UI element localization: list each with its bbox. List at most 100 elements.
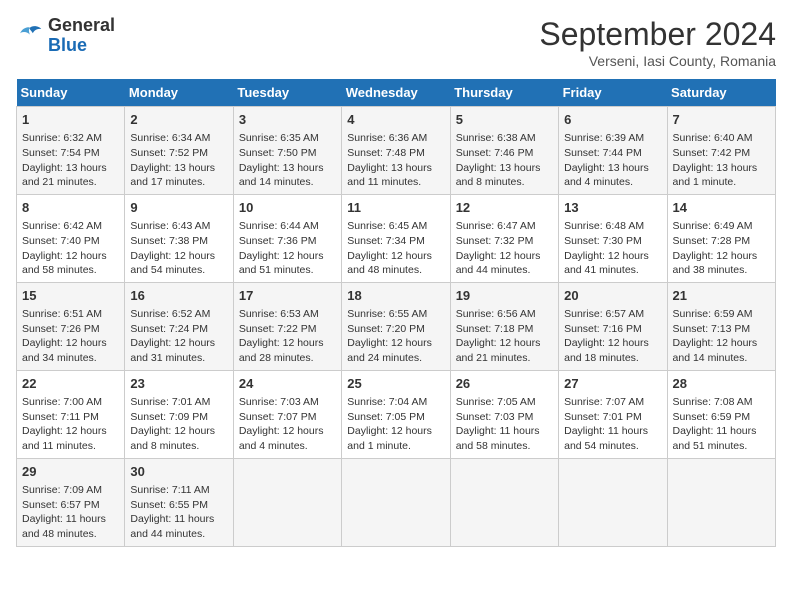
day-info: Sunrise: 6:44 AM Sunset: 7:36 PM Dayligh… (239, 219, 336, 278)
day-info: Sunrise: 6:47 AM Sunset: 7:32 PM Dayligh… (456, 219, 553, 278)
calendar-cell: 12 Sunrise: 6:47 AM Sunset: 7:32 PM Dayli… (450, 194, 558, 282)
calendar-header: SundayMondayTuesdayWednesdayThursdayFrid… (17, 79, 776, 107)
calendar-cell (559, 458, 667, 546)
day-info: Sunrise: 7:05 AM Sunset: 7:03 PM Dayligh… (456, 395, 553, 454)
calendar-week-row: 8 Sunrise: 6:42 AM Sunset: 7:40 PM Daylig… (17, 194, 776, 282)
title-block: September 2024 Verseni, Iasi County, Rom… (539, 16, 776, 69)
day-info: Sunrise: 6:49 AM Sunset: 7:28 PM Dayligh… (673, 219, 770, 278)
day-number: 11 (347, 199, 444, 217)
calendar-cell: 28 Sunrise: 7:08 AM Sunset: 6:59 PM Dayli… (667, 370, 775, 458)
day-number: 27 (564, 375, 661, 393)
calendar-cell: 29 Sunrise: 7:09 AM Sunset: 6:57 PM Dayli… (17, 458, 125, 546)
weekday-header-row: SundayMondayTuesdayWednesdayThursdayFrid… (17, 79, 776, 107)
day-number: 29 (22, 463, 119, 481)
day-info: Sunrise: 7:09 AM Sunset: 6:57 PM Dayligh… (22, 483, 119, 542)
calendar-cell: 20 Sunrise: 6:57 AM Sunset: 7:16 PM Dayli… (559, 282, 667, 370)
day-number: 22 (22, 375, 119, 393)
day-info: Sunrise: 7:03 AM Sunset: 7:07 PM Dayligh… (239, 395, 336, 454)
weekday-header-saturday: Saturday (667, 79, 775, 107)
day-number: 19 (456, 287, 553, 305)
calendar-cell: 6 Sunrise: 6:39 AM Sunset: 7:44 PM Daylig… (559, 107, 667, 195)
day-number: 18 (347, 287, 444, 305)
calendar-cell: 27Sunrise: 7:07 AM Sunset: 7:01 PM Dayli… (559, 370, 667, 458)
day-info: Sunrise: 6:35 AM Sunset: 7:50 PM Dayligh… (239, 131, 336, 190)
day-number: 9 (130, 199, 227, 217)
day-number: 2 (130, 111, 227, 129)
day-number: 30 (130, 463, 227, 481)
weekday-header-thursday: Thursday (450, 79, 558, 107)
day-info: Sunrise: 6:40 AM Sunset: 7:42 PM Dayligh… (673, 131, 770, 190)
weekday-header-sunday: Sunday (17, 79, 125, 107)
day-number: 23 (130, 375, 227, 393)
day-info: Sunrise: 6:48 AM Sunset: 7:30 PM Dayligh… (564, 219, 661, 278)
day-info: Sunrise: 6:36 AM Sunset: 7:48 PM Dayligh… (347, 131, 444, 190)
weekday-header-wednesday: Wednesday (342, 79, 450, 107)
day-number: 25 (347, 375, 444, 393)
day-number: 10 (239, 199, 336, 217)
calendar-cell: 10 Sunrise: 6:44 AM Sunset: 7:36 PM Dayli… (233, 194, 341, 282)
day-number: 14 (673, 199, 770, 217)
calendar-week-row: 29 Sunrise: 7:09 AM Sunset: 6:57 PM Dayli… (17, 458, 776, 546)
weekday-header-monday: Monday (125, 79, 233, 107)
calendar-table: SundayMondayTuesdayWednesdayThursdayFrid… (16, 79, 776, 547)
day-info: Sunrise: 6:51 AM Sunset: 7:26 PM Dayligh… (22, 307, 119, 366)
weekday-header-friday: Friday (559, 79, 667, 107)
day-info: Sunrise: 6:45 AM Sunset: 7:34 PM Dayligh… (347, 219, 444, 278)
calendar-week-row: 1Sunrise: 6:32 AM Sunset: 7:54 PM Daylig… (17, 107, 776, 195)
day-info: Sunrise: 6:42 AM Sunset: 7:40 PM Dayligh… (22, 219, 119, 278)
calendar-cell: 3 Sunrise: 6:35 AM Sunset: 7:50 PM Daylig… (233, 107, 341, 195)
calendar-cell: 25 Sunrise: 7:04 AM Sunset: 7:05 PM Dayli… (342, 370, 450, 458)
day-info: Sunrise: 6:43 AM Sunset: 7:38 PM Dayligh… (130, 219, 227, 278)
day-number: 15 (22, 287, 119, 305)
day-number: 1 (22, 111, 119, 129)
logo-text: General Blue (48, 16, 115, 56)
calendar-cell: 21Sunrise: 6:59 AM Sunset: 7:13 PM Dayli… (667, 282, 775, 370)
day-info: Sunrise: 7:04 AM Sunset: 7:05 PM Dayligh… (347, 395, 444, 454)
day-info: Sunrise: 6:56 AM Sunset: 7:18 PM Dayligh… (456, 307, 553, 366)
day-number: 16 (130, 287, 227, 305)
day-info: Sunrise: 6:39 AM Sunset: 7:44 PM Dayligh… (564, 131, 661, 190)
day-info: Sunrise: 6:53 AM Sunset: 7:22 PM Dayligh… (239, 307, 336, 366)
calendar-cell: 30 Sunrise: 7:11 AM Sunset: 6:55 PM Dayli… (125, 458, 233, 546)
day-info: Sunrise: 7:08 AM Sunset: 6:59 PM Dayligh… (673, 395, 770, 454)
calendar-cell: 14 Sunrise: 6:49 AM Sunset: 7:28 PM Dayli… (667, 194, 775, 282)
calendar-cell: 18 Sunrise: 6:55 AM Sunset: 7:20 PM Dayli… (342, 282, 450, 370)
month-title: September 2024 (539, 16, 776, 53)
calendar-cell: 5 Sunrise: 6:38 AM Sunset: 7:46 PM Daylig… (450, 107, 558, 195)
calendar-cell: 19 Sunrise: 6:56 AM Sunset: 7:18 PM Dayli… (450, 282, 558, 370)
calendar-week-row: 22 Sunrise: 7:00 AM Sunset: 7:11 PM Dayli… (17, 370, 776, 458)
day-number: 7 (673, 111, 770, 129)
day-number: 26 (456, 375, 553, 393)
day-number: 12 (456, 199, 553, 217)
day-number: 8 (22, 199, 119, 217)
day-number: 28 (673, 375, 770, 393)
calendar-cell: 22 Sunrise: 7:00 AM Sunset: 7:11 PM Dayli… (17, 370, 125, 458)
logo-bird-icon (16, 22, 44, 50)
calendar-cell (233, 458, 341, 546)
day-number: 5 (456, 111, 553, 129)
day-number: 6 (564, 111, 661, 129)
logo: General Blue (16, 16, 115, 56)
calendar-cell (342, 458, 450, 546)
page-header: General Blue September 2024 Verseni, Ias… (16, 16, 776, 69)
day-info: Sunrise: 6:38 AM Sunset: 7:46 PM Dayligh… (456, 131, 553, 190)
calendar-cell: 17 Sunrise: 6:53 AM Sunset: 7:22 PM Dayli… (233, 282, 341, 370)
calendar-cell: 9 Sunrise: 6:43 AM Sunset: 7:38 PM Daylig… (125, 194, 233, 282)
calendar-cell (450, 458, 558, 546)
day-info: Sunrise: 6:59 AM Sunset: 7:13 PM Dayligh… (673, 307, 770, 366)
day-info: Sunrise: 7:00 AM Sunset: 7:11 PM Dayligh… (22, 395, 119, 454)
day-number: 20 (564, 287, 661, 305)
calendar-cell: 24 Sunrise: 7:03 AM Sunset: 7:07 PM Dayli… (233, 370, 341, 458)
day-number: 17 (239, 287, 336, 305)
day-info: Sunrise: 6:52 AM Sunset: 7:24 PM Dayligh… (130, 307, 227, 366)
day-info: Sunrise: 6:55 AM Sunset: 7:20 PM Dayligh… (347, 307, 444, 366)
day-number: 3 (239, 111, 336, 129)
day-info: Sunrise: 7:11 AM Sunset: 6:55 PM Dayligh… (130, 483, 227, 542)
day-info: Sunrise: 6:34 AM Sunset: 7:52 PM Dayligh… (130, 131, 227, 190)
calendar-cell: 23 Sunrise: 7:01 AM Sunset: 7:09 PM Dayli… (125, 370, 233, 458)
day-info: Sunrise: 6:57 AM Sunset: 7:16 PM Dayligh… (564, 307, 661, 366)
day-number: 24 (239, 375, 336, 393)
day-info: Sunrise: 7:01 AM Sunset: 7:09 PM Dayligh… (130, 395, 227, 454)
calendar-body: 1Sunrise: 6:32 AM Sunset: 7:54 PM Daylig… (17, 107, 776, 547)
calendar-week-row: 15 Sunrise: 6:51 AM Sunset: 7:26 PM Dayli… (17, 282, 776, 370)
